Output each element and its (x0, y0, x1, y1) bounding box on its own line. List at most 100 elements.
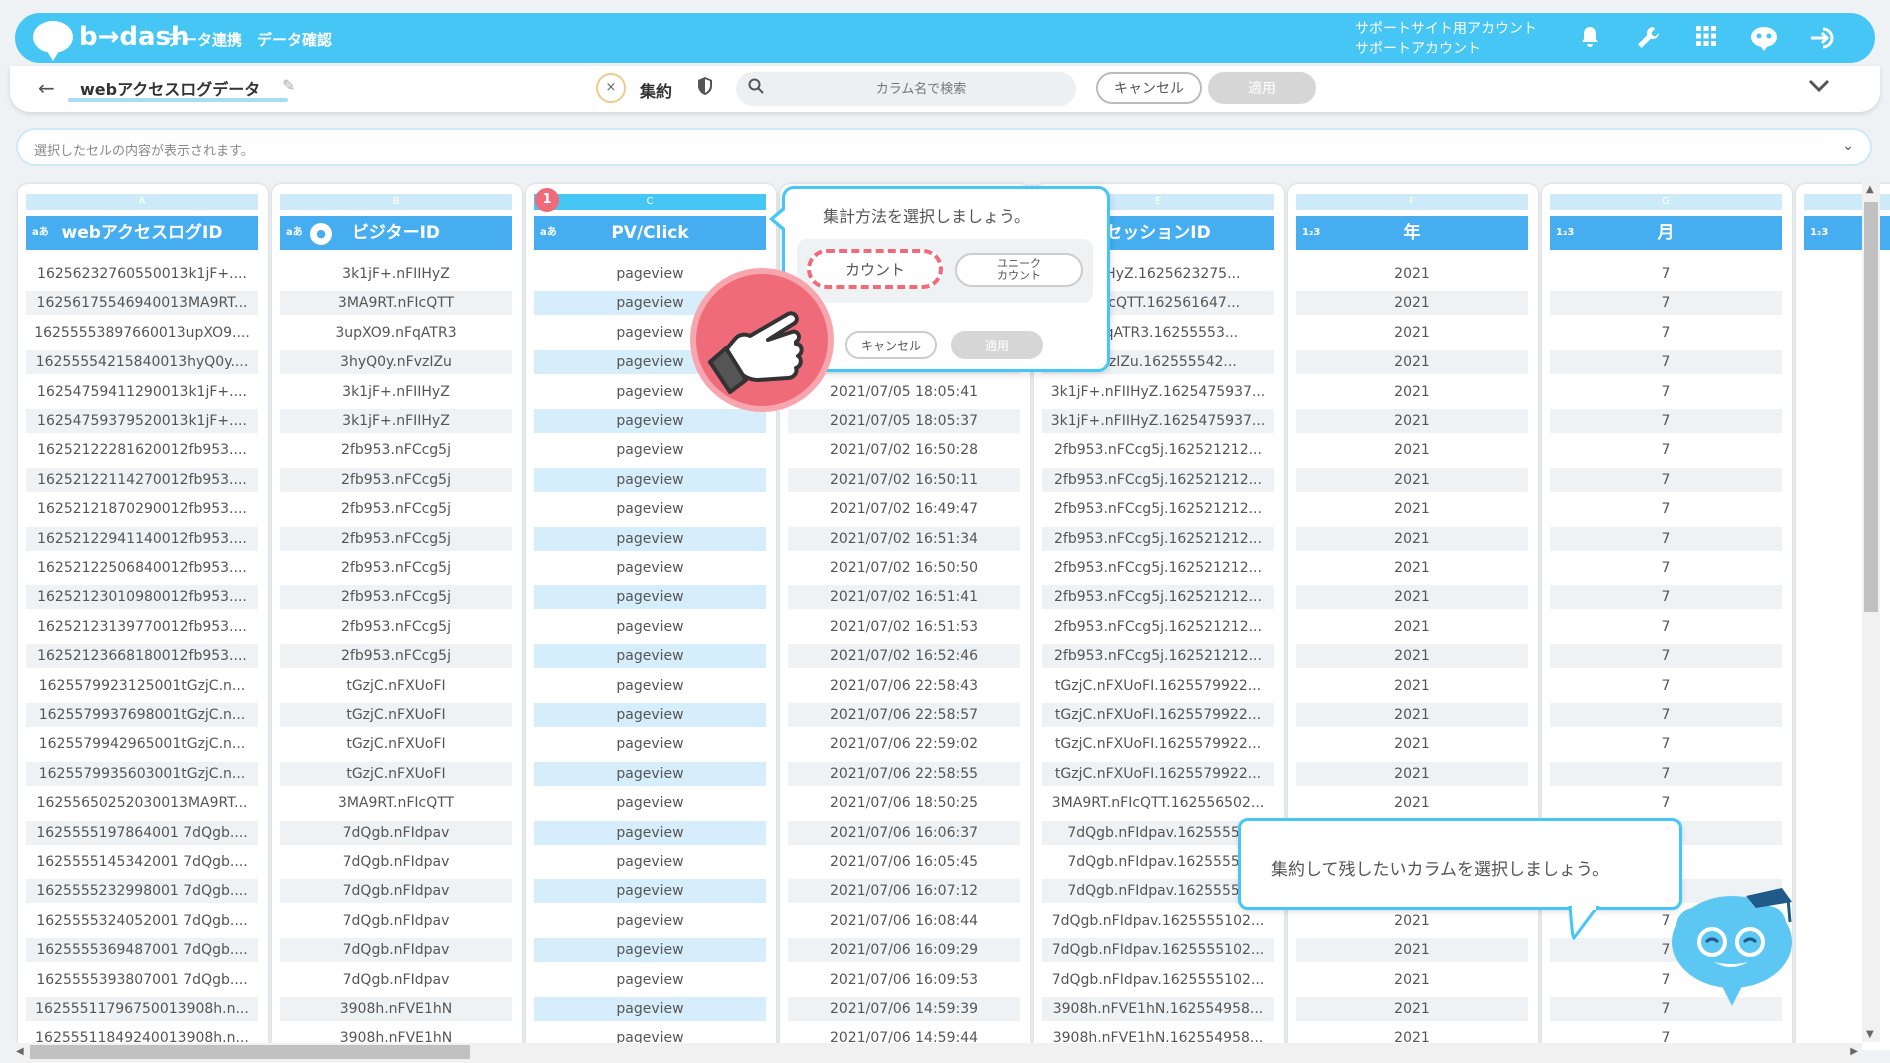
table-cell[interactable]: 1625579923125001tGzjC.n... (26, 674, 258, 698)
table-cell[interactable]: 2021/07/06 16:05:45 (788, 850, 1020, 874)
table-cell[interactable]: 2021 (1296, 556, 1528, 580)
pencil-icon[interactable]: ✎ (282, 76, 295, 95)
table-cell[interactable]: 2021/07/06 16:07:12 (788, 879, 1020, 904)
table-cell[interactable]: 1625579935603001tGzjC.n... (26, 761, 258, 786)
table-cell[interactable]: 7dQgb.nFIdpav (280, 820, 512, 845)
table-cell[interactable]: 16252123010980012fb953.... (26, 585, 258, 610)
table-cell[interactable]: pageview (534, 791, 766, 815)
table-cell[interactable]: 7dQgb.nFIdpav (280, 938, 512, 963)
table-cell[interactable]: 2021/07/06 22:59:02 (788, 732, 1020, 756)
search-input[interactable] (776, 72, 1066, 106)
table-cell[interactable]: 2021 (1296, 497, 1528, 521)
table-cell[interactable]: 1625555232998001 7dQgb.... (26, 879, 258, 904)
table-cell[interactable]: 16256175546940013MA9RT... (26, 291, 258, 316)
table-cell[interactable]: 2fb953.nFCcg5j.162521212... (1042, 615, 1274, 639)
table-cell[interactable]: tGzjC.nFXUoFI.1625579922... (1042, 732, 1274, 756)
table-cell[interactable]: 16254759411290013k1jF+.... (26, 380, 258, 404)
table-cell[interactable]: 7 (1550, 467, 1782, 492)
table-cell[interactable]: 2021 (1296, 262, 1528, 286)
cancel-button[interactable]: キャンセル (1096, 72, 1202, 104)
table-cell[interactable]: 3MA9RT.nFIcQTT (280, 791, 512, 815)
table-cell[interactable]: 2021/07/06 22:58:57 (788, 703, 1020, 727)
table-cell[interactable]: 2fb953.nFCcg5j (280, 438, 512, 462)
table-cell[interactable]: tGzjC.nFXUoFI.1625579922... (1042, 674, 1274, 698)
scroll-left-icon[interactable]: ◀ (16, 1046, 24, 1057)
table-cell[interactable]: 7 (1550, 380, 1782, 404)
scroll-up-icon[interactable]: ▲ (1866, 184, 1874, 195)
table-cell[interactable]: 2021 (1296, 350, 1528, 375)
nav-data-check[interactable]: データ確認 (257, 29, 332, 50)
table-cell[interactable]: 16256232760550013k1jF+.... (26, 262, 258, 286)
table-cell[interactable]: 2021 (1296, 674, 1528, 698)
table-cell[interactable]: 3k1jF+.nFIIHyZ.1625475937... (1042, 380, 1274, 404)
table-cell[interactable]: tGzjC.nFXUoFI (280, 674, 512, 698)
table-cell[interactable]: 1625579942965001tGzjC.n... (26, 732, 258, 756)
table-cell[interactable]: tGzjC.nFXUoFI (280, 732, 512, 756)
column-letter[interactable]: A (26, 194, 258, 210)
table-cell[interactable]: 2fb953.nFCcg5j.162521212... (1042, 585, 1274, 610)
table-cell[interactable]: 2021 (1296, 938, 1528, 963)
table-cell[interactable]: 16252122506840012fb953.... (26, 556, 258, 580)
table-cell[interactable]: pageview (534, 820, 766, 845)
table-cell[interactable]: 7 (1550, 556, 1782, 580)
table-cell[interactable]: pageview (534, 467, 766, 492)
table-cell[interactable]: 2021 (1296, 467, 1528, 492)
table-cell[interactable]: 2021 (1296, 761, 1528, 786)
unique-count-option-button[interactable]: ユニーク カウント (955, 253, 1083, 287)
table-cell[interactable]: 7 (1550, 350, 1782, 375)
dataset-title[interactable]: webアクセスログデータ (80, 76, 260, 100)
wrench-icon[interactable] (1633, 25, 1663, 53)
mascot-icon[interactable] (1749, 25, 1779, 53)
table-cell[interactable]: 2fb953.nFCcg5j.162521212... (1042, 526, 1274, 551)
chevron-down-icon[interactable] (1808, 74, 1830, 99)
table-cell[interactable]: 7 (1550, 291, 1782, 316)
column-header[interactable]: 1₂3 年 (1296, 216, 1528, 250)
table-cell[interactable]: 3MA9RT.nFIcQTT (280, 291, 512, 316)
column-letter[interactable]: F (1296, 194, 1528, 210)
table-cell[interactable]: 7 (1550, 438, 1782, 462)
table-cell[interactable]: 1625555369487001 7dQgb.... (26, 938, 258, 963)
table-cell[interactable]: 2fb953.nFCcg5j.162521212... (1042, 438, 1274, 462)
column-header[interactable]: aあ PV/Click (534, 216, 766, 250)
apply-button[interactable]: 適用 (1208, 72, 1316, 104)
table-cell[interactable]: 2021 (1296, 615, 1528, 639)
table-cell[interactable]: 16252122281620012fb953.... (26, 438, 258, 462)
table-cell[interactable]: pageview (534, 644, 766, 669)
table-cell[interactable]: 2021 (1296, 526, 1528, 551)
table-cell[interactable]: 3908h.nFVE1hN (280, 997, 512, 1021)
table-cell[interactable]: 7 (1550, 585, 1782, 610)
table-cell[interactable]: 2021/07/05 18:05:37 (788, 409, 1020, 433)
table-cell[interactable]: 2fb953.nFCcg5j (280, 526, 512, 551)
table-cell[interactable]: 7dQgb.nFIdpav (280, 879, 512, 904)
table-cell[interactable]: 7 (1550, 526, 1782, 551)
table-cell[interactable]: 16252121870290012fb953.... (26, 497, 258, 521)
nav-data-integration[interactable]: データ連携 (167, 29, 242, 50)
table-cell[interactable]: pageview (534, 879, 766, 904)
table-cell[interactable]: pageview (534, 438, 766, 462)
table-cell[interactable]: 2fb953.nFCcg5j.162521212... (1042, 556, 1274, 580)
table-cell[interactable]: 1625555197864001 7dQgb.... (26, 820, 258, 845)
table-cell[interactable]: pageview (534, 585, 766, 610)
table-cell[interactable]: 7dQgb.nFIdpav (280, 968, 512, 992)
table-cell[interactable]: 2021/07/06 16:09:29 (788, 938, 1020, 963)
table-cell[interactable]: 7 (1550, 674, 1782, 698)
table-cell[interactable]: 2021 (1296, 585, 1528, 610)
table-cell[interactable]: tGzjC.nFXUoFI (280, 761, 512, 786)
scroll-right-icon[interactable]: ▶ (1850, 1046, 1858, 1057)
table-cell[interactable]: 7dQgb.nFIdpav.1625555102... (1042, 938, 1274, 963)
table-cell[interactable]: 2021/07/06 16:06:37 (788, 820, 1020, 845)
table-cell[interactable]: 1625555393807001 7dQgb.... (26, 968, 258, 992)
table-cell[interactable]: 2021/07/02 16:50:28 (788, 438, 1020, 462)
table-cell[interactable]: 2021 (1296, 909, 1528, 933)
table-cell[interactable]: 3MA9RT.nFIcQTT.162556502... (1042, 791, 1274, 815)
column-letter[interactable]: B (280, 194, 512, 210)
table-cell[interactable]: 7dQgb.nFIdpav.1625555102... (1042, 909, 1274, 933)
table-cell[interactable]: 2021/07/06 22:58:43 (788, 674, 1020, 698)
table-cell[interactable]: 2021 (1296, 732, 1528, 756)
table-cell[interactable]: 7dQgb.nFIdpav.1625555102... (1042, 968, 1274, 992)
table-cell[interactable]: 2021/07/02 16:50:50 (788, 556, 1020, 580)
popover-apply-button[interactable]: 適用 (951, 331, 1043, 359)
table-cell[interactable]: 7 (1550, 409, 1782, 433)
table-cell[interactable]: 16255554215840013hyQ0y.... (26, 350, 258, 375)
table-cell[interactable]: 16252123139770012fb953.... (26, 615, 258, 639)
